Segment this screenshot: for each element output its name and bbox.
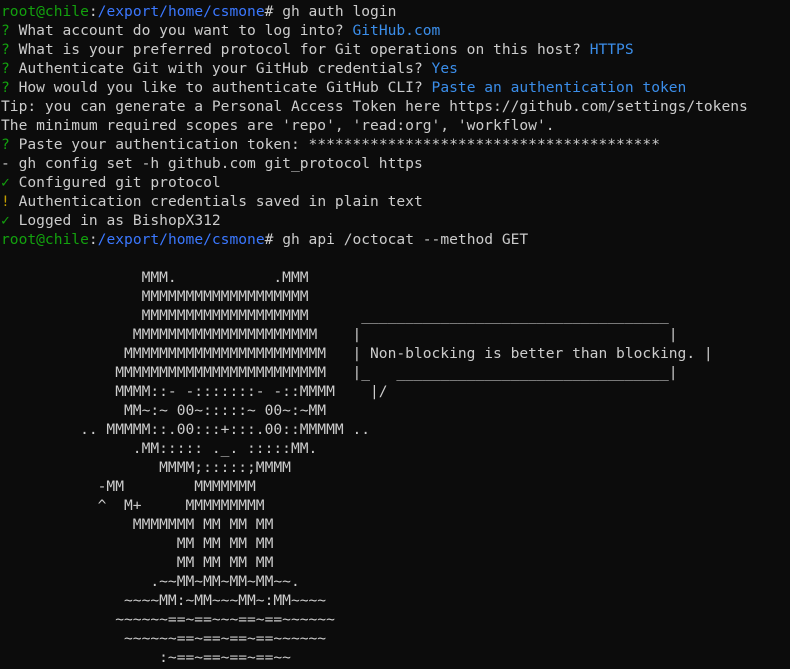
prompt-line-api: root@chile:/export/home/csmone# gh api /… <box>1 230 790 249</box>
status-text: Authentication credentials saved in plai… <box>9 193 423 210</box>
question-text: How would you like to authenticate GitHu… <box>9 79 432 96</box>
tip-line: Tip: you can generate a Personal Access … <box>1 98 748 115</box>
auth-token-prompt: ? Paste your authentication token: *****… <box>1 135 790 154</box>
config-command-line: - gh config set -h github.com git_protoc… <box>1 155 423 172</box>
command-text: gh auth login <box>273 3 397 20</box>
question-text: What is your preferred protocol for Git … <box>9 41 590 58</box>
check-icon: ✓ <box>1 174 10 191</box>
auth-question-protocol: ? What is your preferred protocol for Gi… <box>1 40 790 59</box>
status-text: Configured git protocol <box>9 174 221 191</box>
warning-icon: ! <box>1 193 10 210</box>
answer-text: HTTPS <box>589 41 634 58</box>
username: BishopX312 <box>132 212 221 229</box>
status-text: Logged in as <box>9 212 133 229</box>
prompt-path: /export/home/csmone <box>97 231 265 248</box>
question-mark-icon: ? <box>1 136 10 153</box>
question-mark-icon: ? <box>1 79 10 96</box>
check-icon: ✓ <box>1 212 10 229</box>
question-text: Paste your authentication token: <box>9 136 309 153</box>
prompt-path: /export/home/csmone <box>97 3 265 20</box>
question-mark-icon: ? <box>1 60 10 77</box>
command-text: gh api /octocat --method GET <box>273 231 529 248</box>
prompt-line-auth: root@chile:/export/home/csmone# gh auth … <box>1 2 790 21</box>
prompt-user-host: root@chile <box>1 3 89 20</box>
auth-question-git-credentials: ? Authenticate Git with your GitHub cred… <box>1 59 790 78</box>
terminal-window[interactable]: root@chile:/export/home/csmone# gh auth … <box>0 0 790 669</box>
question-text: What account do you want to log into? <box>9 22 353 39</box>
masked-token: **************************************** <box>308 136 660 153</box>
prompt-colon: : <box>88 3 98 20</box>
status-warning: ! Authentication credentials saved in pl… <box>1 192 790 211</box>
answer-text: GitHub.com <box>352 22 441 39</box>
question-text: Authenticate Git with your GitHub creden… <box>9 60 432 77</box>
auth-question-method: ? How would you like to authenticate Git… <box>1 78 790 97</box>
auth-question-account: ? What account do you want to log into? … <box>1 21 790 40</box>
question-mark-icon: ? <box>1 22 10 39</box>
question-mark-icon: ? <box>1 41 10 58</box>
answer-text: Yes <box>431 60 458 77</box>
status-logged-in: ✓ Logged in as BishopX312 <box>1 211 790 230</box>
answer-text: Paste an authentication token <box>431 79 687 96</box>
status-configured: ✓ Configured git protocol <box>1 173 790 192</box>
octocat-ascii-art: MMM. .MMM MMMMMMMMMMMMMMMMMMM MMMMMMMMMM… <box>80 269 713 666</box>
prompt-user-host: root@chile <box>1 231 89 248</box>
prompt-colon: : <box>88 231 98 248</box>
scopes-line: The minimum required scopes are 'repo', … <box>1 117 555 134</box>
